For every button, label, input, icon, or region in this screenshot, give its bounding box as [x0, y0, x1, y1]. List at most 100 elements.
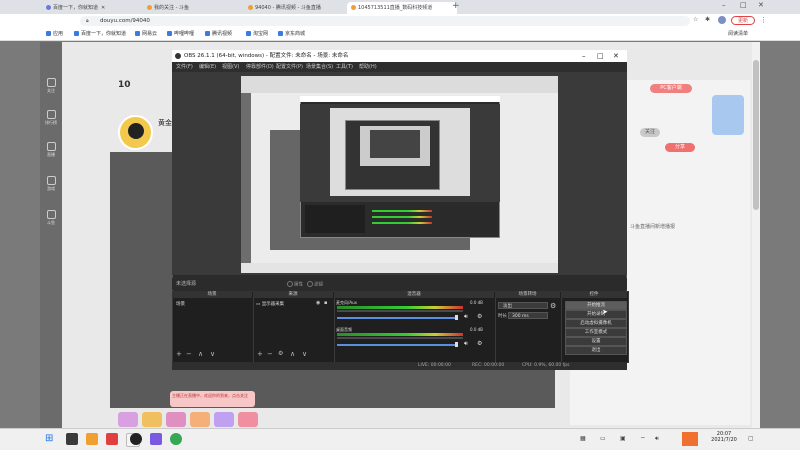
menu-help[interactable]: 帮助(H) [359, 63, 377, 70]
bookmark-2[interactable]: 百度一下，你就知道 [74, 30, 126, 37]
pc-client-button[interactable]: PC客户端 [650, 84, 692, 93]
streamer-avatar[interactable] [118, 115, 153, 150]
exit-button[interactable]: 退出 [565, 346, 627, 355]
scrollbar-thumb[interactable] [753, 60, 759, 210]
transition-gear-icon[interactable]: ⚙ [550, 302, 556, 310]
taskbar-app-icon[interactable] [150, 433, 162, 445]
bookmark-4[interactable]: 哔哩哔哩 [167, 30, 194, 37]
speaker-icon[interactable]: 🔊︎ [464, 313, 468, 321]
minimize-button[interactable]: – [722, 1, 726, 9]
desktop-volume-knob[interactable] [455, 342, 458, 347]
reading-list[interactable]: 阅读清单 [728, 30, 748, 37]
bookmark-7[interactable]: 京东商城 [278, 30, 305, 37]
add-source-button[interactable]: + [257, 350, 263, 358]
menu-edit[interactable]: 编辑(E) [199, 63, 216, 70]
kebab-menu-icon[interactable]: ⋮ [760, 16, 767, 24]
bookmark-3[interactable]: 网易云 [135, 30, 157, 37]
bookmark-apps[interactable]: 应用 [46, 30, 63, 37]
close-icon[interactable]: ✕ [101, 5, 105, 11]
move-scene-up-button[interactable]: ∧ [198, 350, 203, 358]
browser-tab-2[interactable]: 我的关注 - 斗鱼 [143, 2, 249, 14]
menu-file[interactable]: 文件(F) [176, 63, 193, 70]
move-source-up-button[interactable]: ∧ [290, 350, 295, 358]
obs-minimize-button[interactable]: – [582, 50, 586, 62]
nav-live[interactable]: 直播 [42, 142, 60, 158]
follow-button[interactable]: 关注 [640, 128, 660, 137]
gift-item[interactable] [166, 412, 186, 427]
bookmark-5[interactable]: 腾讯视频 [205, 30, 232, 37]
volume-icon[interactable]: 🔊︎ [655, 435, 659, 443]
transition-type-select[interactable]: 淡出 [498, 302, 548, 309]
tray-icon[interactable]: ▭ [600, 435, 606, 442]
gift-item[interactable] [238, 412, 258, 427]
gift-item[interactable] [190, 412, 210, 427]
properties-button[interactable]: 属性 [287, 281, 303, 288]
maximize-button[interactable]: □ [740, 1, 747, 9]
menu-docks[interactable]: 停靠部件(D) [246, 63, 274, 70]
wifi-icon[interactable]: ⌔ [640, 435, 646, 443]
windows-start-icon[interactable]: ⊞ [45, 433, 53, 444]
desktop-level-meter [337, 333, 463, 336]
gift-item[interactable] [142, 412, 162, 427]
lock-icon[interactable]: ▪ [324, 300, 327, 306]
profile-update-button[interactable]: 更新 [731, 16, 755, 25]
browser-tab-1[interactable]: 百度一下，你就知道 ✕ [42, 2, 148, 14]
new-tab-button[interactable]: + [452, 1, 460, 11]
gift-item[interactable] [214, 412, 234, 427]
close-window-button[interactable]: ✕ [758, 1, 764, 9]
scene-list-item[interactable]: 场景 [176, 301, 185, 307]
add-scene-button[interactable]: + [176, 350, 182, 358]
source-settings-gear-icon[interactable]: ⚙ [278, 350, 283, 357]
gear-icon[interactable]: ⚙ [477, 340, 482, 347]
eye-icon[interactable]: ◉ [316, 300, 320, 306]
mic-volume-knob[interactable] [455, 315, 458, 320]
gift-item[interactable] [118, 412, 138, 427]
menu-tools[interactable]: 工具(T) [336, 63, 353, 70]
address-bar-input[interactable]: douyu.com/94040 [80, 16, 690, 26]
gear-icon[interactable]: ⚙ [477, 313, 482, 320]
remove-source-button[interactable]: − [267, 350, 273, 358]
mic-volume-slider[interactable] [337, 317, 457, 319]
speaker-icon[interactable]: 🔊︎ [464, 340, 468, 348]
obs-close-button[interactable]: ✕ [613, 50, 619, 62]
menu-scene-collection[interactable]: 场景集合(S) [306, 63, 333, 70]
move-scene-down-button[interactable]: ∨ [210, 350, 215, 358]
start-virtual-camera-button[interactable]: 启动虚拟摄像机 [565, 319, 627, 328]
tray-app-icon[interactable] [682, 432, 698, 446]
menu-profile[interactable]: 配置文件(P) [276, 63, 303, 70]
start-streaming-button[interactable]: 开始推流 [565, 301, 627, 310]
share-button[interactable]: 分享 [665, 143, 695, 152]
studio-mode-button[interactable]: 工作室模式 [565, 328, 627, 337]
network-tray-icon[interactable]: ▦ [580, 435, 586, 442]
remove-scene-button[interactable]: − [186, 350, 192, 358]
extensions-icon[interactable]: ✱ [705, 16, 710, 23]
settings-button[interactable]: 设置 [565, 337, 627, 346]
tray-icon[interactable]: ▣ [620, 435, 626, 442]
taskbar-app-icon[interactable] [86, 433, 98, 445]
nav-follow[interactable]: 关注 [42, 78, 60, 94]
duration-input[interactable]: 300 ms [508, 312, 548, 319]
menu-view[interactable]: 视图(V) [222, 63, 239, 70]
chrome-taskbar-icon[interactable] [170, 433, 182, 445]
nav-douyu[interactable]: 斗鱼 [42, 210, 60, 226]
obs-maximize-button[interactable]: □ [597, 50, 604, 62]
obs-taskbar-icon[interactable] [130, 433, 142, 445]
source-list-item[interactable]: ▭ 显示器采集 [256, 301, 284, 307]
browser-tab-4-active[interactable]: 1045713511直播_数码科技频道 [347, 2, 457, 14]
start-recording-button[interactable]: 开始录制 [565, 310, 627, 319]
bookmark-6[interactable]: 淘宝网 [246, 30, 268, 37]
promo-banner[interactable] [712, 95, 744, 135]
taskbar-app-icon[interactable] [66, 433, 78, 445]
nav-rank[interactable]: 排行榜 [42, 110, 60, 126]
taskbar-clock[interactable]: 20:07 2021/7/20 [706, 431, 742, 443]
star-icon[interactable]: ☆ [693, 16, 698, 23]
nav-game[interactable]: 游戏 [42, 176, 60, 192]
move-source-down-button[interactable]: ∨ [302, 350, 307, 358]
taskbar-app-icon[interactable] [106, 433, 118, 445]
filters-button[interactable]: 滤镜 [307, 281, 323, 288]
nested-meter [372, 222, 432, 224]
browser-tab-3[interactable]: 94040 - 腾讯视频 - 斗鱼直播 [244, 2, 352, 14]
notifications-icon[interactable]: ▢ [748, 435, 754, 442]
desktop-volume-slider[interactable] [337, 344, 457, 346]
avatar[interactable] [718, 16, 726, 24]
